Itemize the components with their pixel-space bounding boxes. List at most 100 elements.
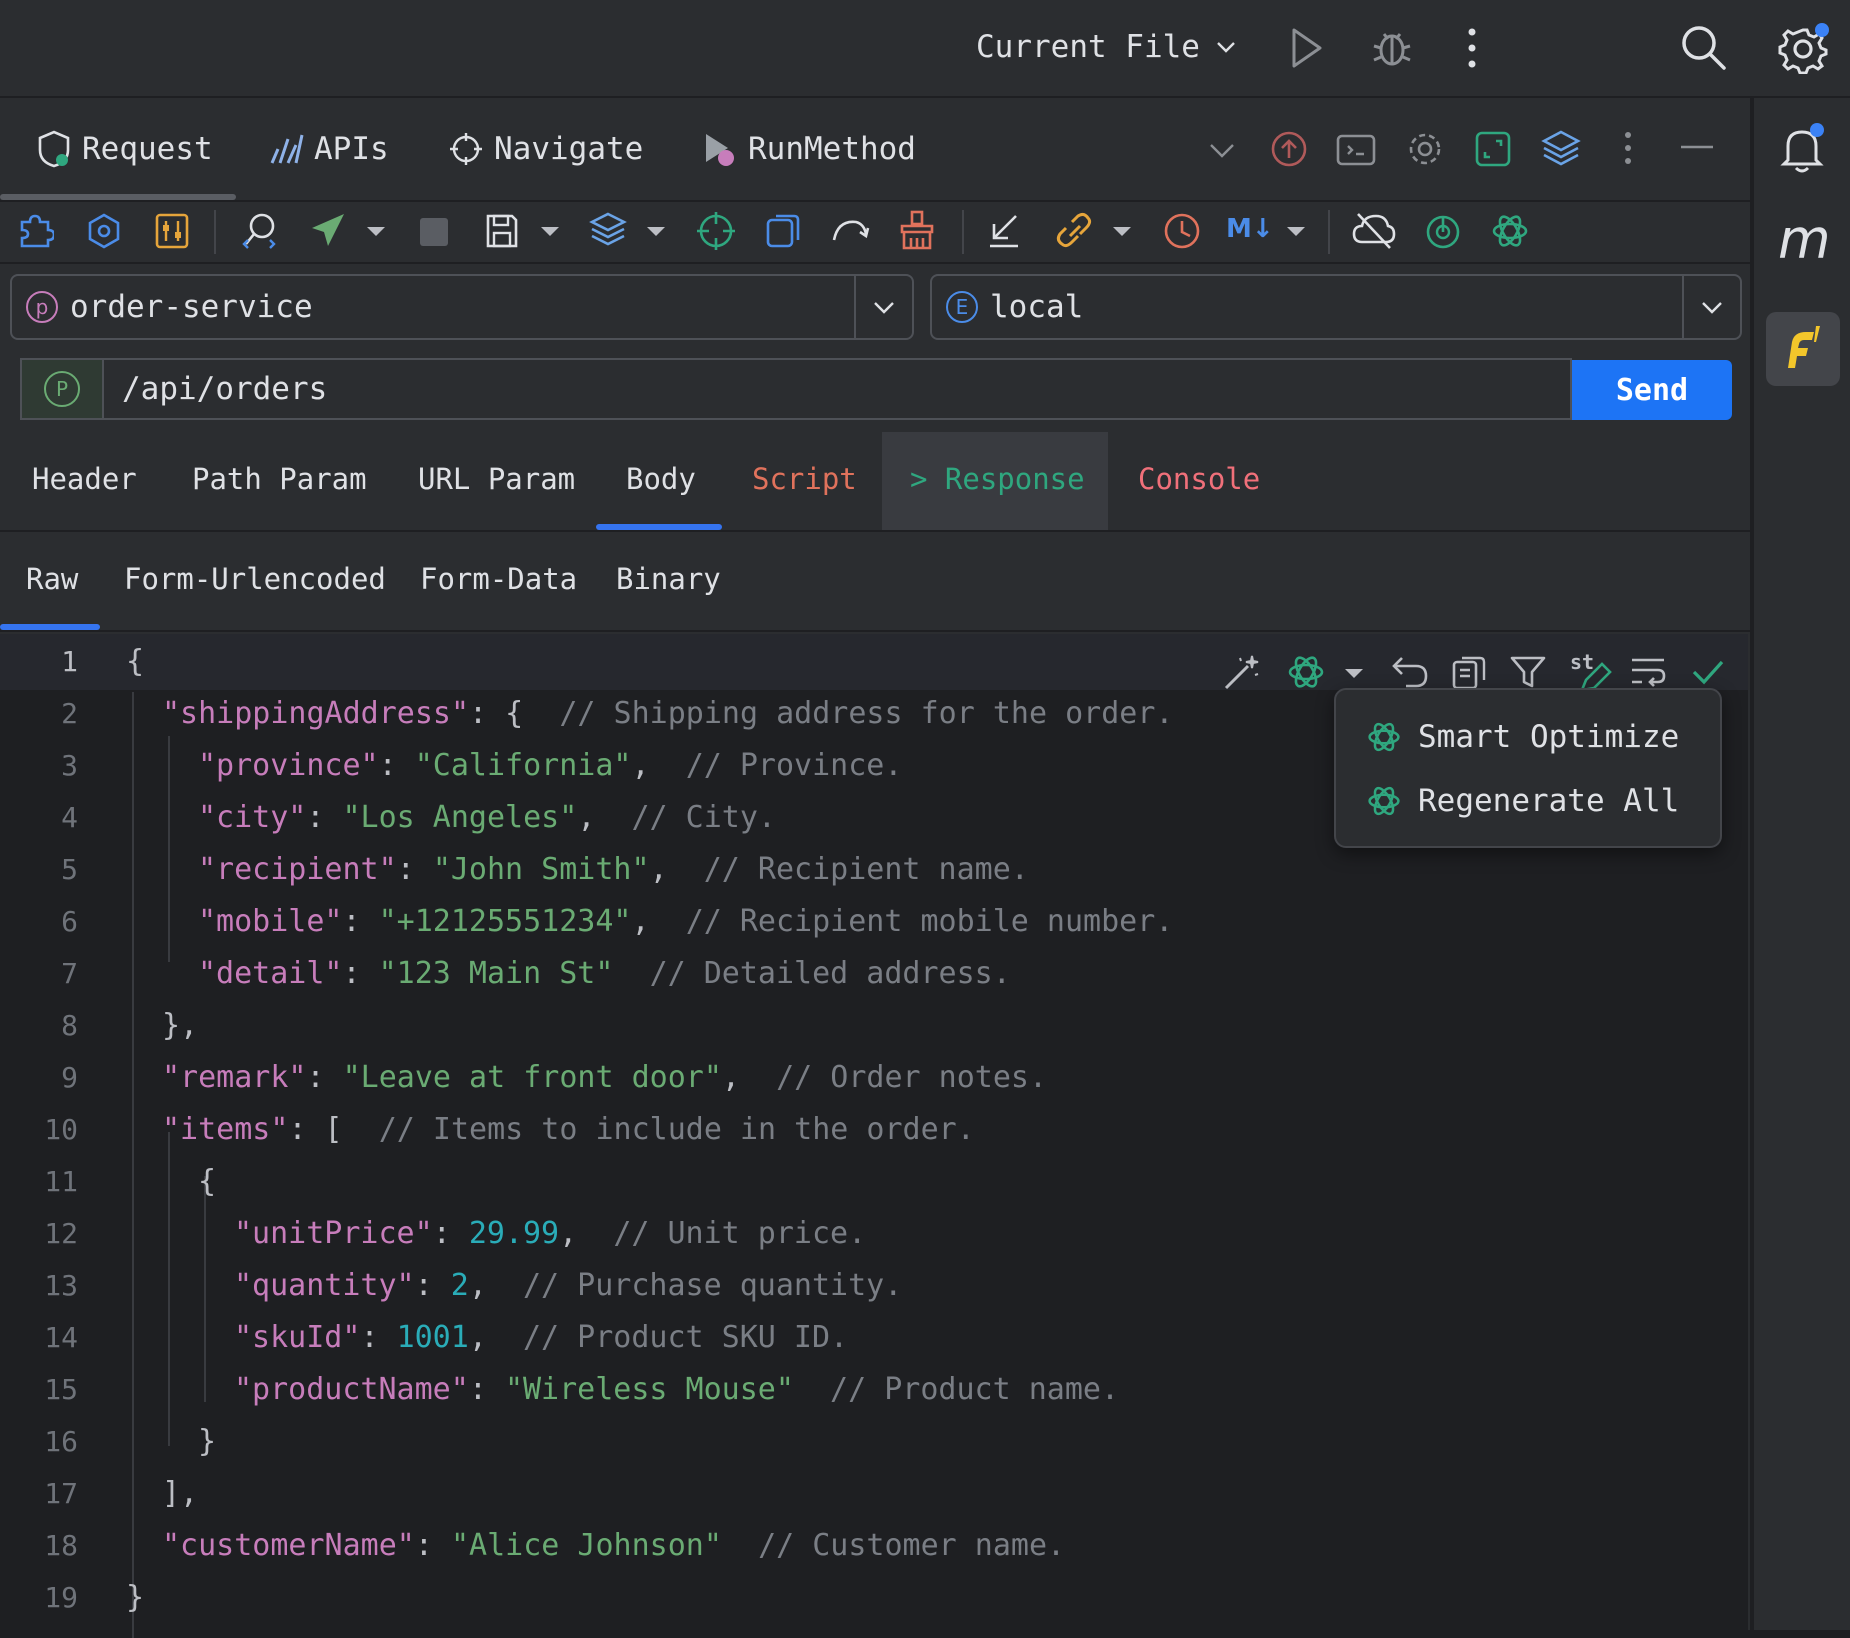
tab-binary[interactable]: Binary: [616, 562, 721, 596]
divider: [0, 262, 1750, 264]
json-key: "remark": [162, 1060, 307, 1095]
check-valid-icon[interactable]: [1690, 656, 1726, 688]
soft-wrap-icon[interactable]: [1628, 654, 1668, 690]
more-vertical-icon[interactable]: [1464, 26, 1480, 70]
tab-raw[interactable]: Raw: [26, 562, 78, 596]
ai-actions-menu: Smart Optimize Regenerate All: [1334, 688, 1722, 848]
tab-path-param[interactable]: Path Param: [192, 462, 367, 496]
tab-url-param[interactable]: URL Param: [418, 462, 575, 496]
code-line: 5 "recipient": "John Smith", // Recipient…: [0, 844, 1745, 896]
tab-run-method[interactable]: RunMethod: [702, 98, 916, 200]
dropdown-arrow-icon[interactable]: [366, 226, 386, 238]
tab-header[interactable]: Header: [32, 462, 137, 496]
dropdown-arrow-icon[interactable]: [646, 226, 666, 238]
fast-request-plugin-button[interactable]: [1766, 312, 1840, 386]
json-comment: // Province.: [685, 748, 903, 783]
upload-icon[interactable]: [1270, 130, 1308, 168]
copy-window-icon[interactable]: [764, 210, 802, 252]
fast-request-logo-icon: [1788, 326, 1820, 368]
hexagon-icon[interactable]: [86, 212, 122, 250]
tab-console[interactable]: Console: [1138, 462, 1260, 496]
cloud-off-icon[interactable]: [1352, 210, 1396, 252]
more-options-icon[interactable]: [1622, 130, 1634, 166]
dropdown-arrow-icon[interactable]: [540, 226, 560, 238]
project-select[interactable]: p order-service: [10, 274, 914, 340]
import-arrow-icon[interactable]: [986, 210, 1022, 250]
dropdown-arrow-icon[interactable]: [1112, 226, 1132, 238]
json-punctuation: :: [468, 1372, 505, 1407]
dropdown-arrow-icon[interactable]: [1344, 668, 1364, 680]
tab-script[interactable]: Script: [752, 462, 857, 496]
layers-stack-icon[interactable]: [588, 210, 628, 252]
terminal-icon[interactable]: [1336, 132, 1376, 168]
markdown-icon[interactable]: M↓: [1226, 214, 1274, 244]
run-config-selector[interactable]: Current File: [976, 22, 1238, 72]
code-text: {: [198, 1156, 216, 1208]
redo-curve-icon[interactable]: [830, 212, 870, 250]
filter-icon[interactable]: [1508, 652, 1548, 692]
dropdown-arrow-icon[interactable]: [1286, 226, 1306, 238]
send-request-icon[interactable]: [308, 210, 348, 252]
project-select-toggle[interactable]: [854, 276, 912, 338]
settings-gear-icon[interactable]: [1778, 20, 1832, 74]
undo-icon[interactable]: [1390, 652, 1430, 692]
tab-form-data[interactable]: Form-Data: [420, 562, 577, 596]
json-comment: // Unit price.: [613, 1216, 867, 1251]
link-icon[interactable]: [1054, 210, 1094, 252]
json-punctuation: ,: [721, 1060, 777, 1095]
json-punctuation: ,: [577, 800, 632, 835]
json-key: "unitPrice": [234, 1216, 433, 1251]
collapse-chevron-icon[interactable]: [1208, 136, 1236, 164]
environment-select-toggle[interactable]: [1682, 276, 1740, 338]
environment-select[interactable]: E local: [930, 274, 1742, 340]
m-plugin-icon[interactable]: m: [1778, 210, 1831, 270]
layers-icon[interactable]: [1540, 128, 1582, 170]
code-line: 8},: [0, 1000, 1745, 1052]
target-crosshair-icon[interactable]: [696, 210, 736, 252]
url-input[interactable]: /api/orders: [122, 371, 327, 407]
clean-broom-icon[interactable]: [898, 210, 936, 252]
menu-item-regenerate-all[interactable]: Regenerate All: [1366, 776, 1679, 826]
plugin-puzzle-icon[interactable]: [18, 212, 54, 250]
tab-navigate[interactable]: Navigate: [448, 98, 643, 200]
search-icon[interactable]: [1678, 22, 1728, 72]
debug-icon[interactable]: [1370, 24, 1414, 70]
send-button[interactable]: Send: [1572, 360, 1732, 420]
save-icon[interactable]: [484, 212, 520, 250]
json-string-value: "+12125551234": [378, 904, 632, 939]
code-line: 18 "customerName": "Alice Johnson" // Cus…: [0, 1520, 1745, 1572]
settings-icon[interactable]: [1406, 130, 1444, 168]
power-refresh-icon[interactable]: [1424, 210, 1462, 252]
code-text: ],: [162, 1468, 198, 1520]
search-api-icon[interactable]: [240, 210, 280, 252]
minimize-icon[interactable]: [1680, 144, 1714, 150]
tab-response[interactable]: > Response: [910, 462, 1085, 496]
copy-icon[interactable]: [1450, 652, 1488, 692]
ai-openai-icon[interactable]: [1490, 210, 1530, 252]
stop-icon[interactable]: [420, 218, 448, 246]
magic-wand-icon[interactable]: [1222, 652, 1262, 692]
tab-body[interactable]: Body: [626, 462, 696, 496]
tab-request[interactable]: Request: [36, 98, 213, 200]
sliders-icon[interactable]: [154, 212, 190, 250]
navigate-icon: [450, 133, 482, 165]
menu-item-smart-optimize[interactable]: Smart Optimize: [1366, 712, 1679, 762]
code-line: 10 "items": [ // Items to include in the …: [0, 1104, 1745, 1156]
code-text: "remark": "Leave at front door", // Orde…: [162, 1052, 1047, 1104]
url-method-badge[interactable]: P: [22, 360, 104, 418]
tab-navigate-label: Navigate: [494, 131, 644, 167]
code-line: 6 "mobile": "+12125551234", // Recipient …: [0, 896, 1745, 948]
ai-generate-icon[interactable]: [1286, 652, 1326, 692]
notifications-bell-icon[interactable]: [1780, 122, 1828, 174]
code-text: {: [126, 636, 144, 688]
environment-select-value: local: [990, 289, 1084, 325]
expand-icon[interactable]: [1474, 130, 1512, 168]
json-punctuation: :: [432, 1216, 469, 1251]
run-icon[interactable]: [1286, 26, 1326, 70]
line-number: 11: [44, 1165, 78, 1198]
tab-apis[interactable]: APIs: [268, 98, 389, 200]
code-text: "unitPrice": 29.99, // Unit price.: [234, 1208, 866, 1260]
history-clock-icon[interactable]: [1162, 210, 1202, 252]
json-punctuation: :: [306, 800, 343, 835]
tab-form-urlencoded[interactable]: Form-Urlencoded: [124, 562, 386, 596]
